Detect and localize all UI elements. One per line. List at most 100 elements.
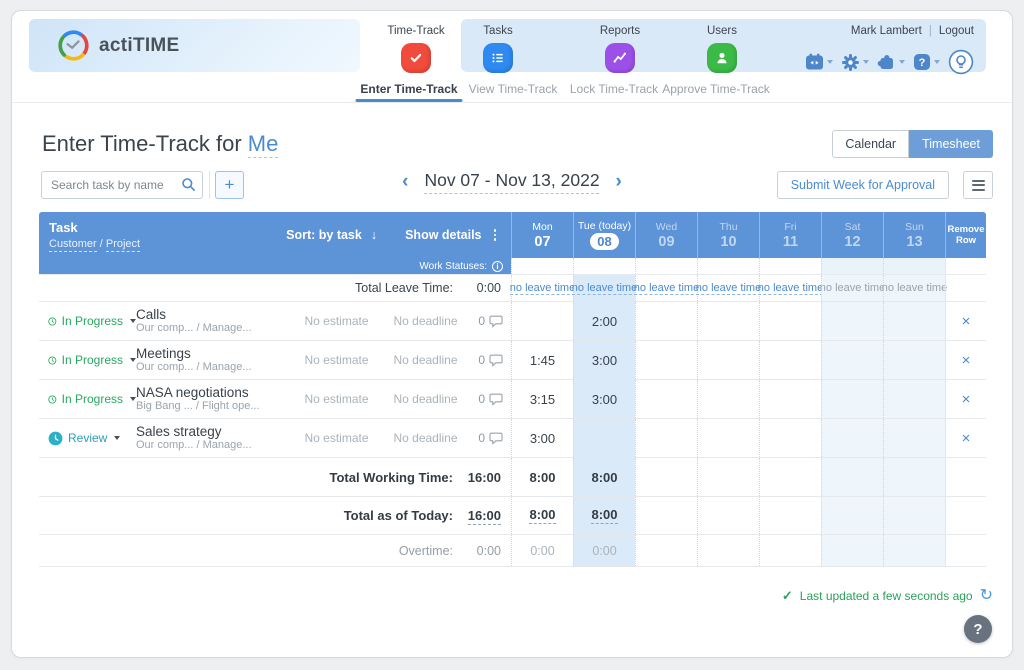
time-cell[interactable]: [697, 419, 759, 457]
comments-button[interactable]: 0: [472, 419, 511, 457]
next-week-arrow[interactable]: ›: [612, 169, 626, 195]
integrations-menu-button[interactable]: [875, 51, 907, 73]
week-range-label[interactable]: Nov 07 - Nov 13, 2022: [424, 170, 599, 194]
subnav-view-time-track[interactable]: View Time-Track: [469, 77, 558, 101]
time-cell[interactable]: [883, 380, 945, 418]
user-separator: |: [929, 25, 932, 37]
subnav-lock-time-track[interactable]: Lock Time-Track: [570, 77, 658, 101]
time-cell[interactable]: 3:15: [511, 380, 573, 418]
tab-users[interactable]: Users: [689, 25, 755, 73]
search-icon[interactable]: [181, 177, 196, 197]
remove-row-button[interactable]: ×: [962, 314, 971, 329]
last-updated-text: Last updated a few seconds ago: [800, 589, 973, 603]
status-dropdown[interactable]: Review: [39, 419, 136, 457]
total-as-of-today-value[interactable]: 16:00: [468, 508, 501, 525]
total-working-time-label: Total Working Time:: [329, 470, 453, 485]
time-cell[interactable]: [697, 341, 759, 379]
time-cell[interactable]: 2:00: [573, 302, 635, 340]
project-sort-link[interactable]: Project: [106, 238, 140, 252]
time-cell[interactable]: 3:00: [573, 341, 635, 379]
logout-link[interactable]: Logout: [939, 25, 974, 37]
calendar-view-button[interactable]: Calendar: [832, 130, 909, 158]
show-details-control[interactable]: Show details: [405, 228, 481, 242]
sort-by-task-control[interactable]: Sort: by task: [286, 228, 362, 242]
time-cell[interactable]: [821, 302, 883, 340]
leave-time-link[interactable]: no leave time: [634, 282, 699, 295]
logo-text: actiTIME: [99, 35, 180, 57]
time-cell[interactable]: [821, 380, 883, 418]
time-cell[interactable]: [883, 341, 945, 379]
time-cell[interactable]: [635, 302, 697, 340]
time-cell[interactable]: 1:45: [511, 341, 573, 379]
last-updated-status: ✓ Last updated a few seconds ago ↻: [782, 588, 993, 604]
time-cell[interactable]: [883, 302, 945, 340]
leave-time-link[interactable]: no leave time: [572, 282, 637, 295]
calendar-icon: [805, 53, 824, 71]
add-task-button[interactable]: +: [215, 171, 244, 199]
time-cell[interactable]: [697, 380, 759, 418]
task-list-icon: [483, 43, 513, 73]
time-cell[interactable]: [759, 380, 821, 418]
time-cell[interactable]: 3:00: [573, 380, 635, 418]
comments-button[interactable]: 0: [472, 302, 511, 340]
overtime-label: Overtime:: [399, 544, 453, 558]
tab-tasks[interactable]: Tasks: [465, 25, 531, 73]
time-cell[interactable]: [759, 302, 821, 340]
task-name[interactable]: Meetings: [136, 346, 294, 362]
time-cell[interactable]: [697, 302, 759, 340]
subnav-enter-time-track[interactable]: Enter Time-Track: [360, 77, 457, 101]
subnav-approve-time-track[interactable]: Approve Time-Track: [662, 77, 770, 101]
week-navigator: ‹ Nov 07 - Nov 13, 2022 ›: [398, 169, 626, 195]
task-name[interactable]: Calls: [136, 307, 294, 323]
sort-direction-arrow[interactable]: ↓: [371, 228, 377, 242]
status-dropdown[interactable]: In Progress: [39, 380, 136, 418]
time-cell[interactable]: [635, 380, 697, 418]
leave-time-link[interactable]: no leave time: [696, 282, 761, 295]
submit-week-button[interactable]: Submit Week for Approval: [777, 171, 949, 199]
settings-menu-button[interactable]: [839, 51, 871, 74]
task-row: In Progress Calls Our comp... / Manage..…: [39, 301, 986, 340]
timesheet-view-button[interactable]: Timesheet: [909, 130, 993, 158]
user-selector[interactable]: Me: [248, 131, 279, 158]
time-cell[interactable]: [883, 419, 945, 457]
time-cell[interactable]: [511, 302, 573, 340]
remove-row-button[interactable]: ×: [962, 431, 971, 446]
clock-status-icon: [48, 431, 63, 446]
info-icon[interactable]: i: [492, 261, 503, 272]
task-name[interactable]: NASA negotiations: [136, 385, 294, 401]
time-cell[interactable]: [635, 419, 697, 457]
table-menu-button[interactable]: [963, 171, 993, 199]
customer-sort-link[interactable]: Customer: [49, 238, 97, 252]
status-dropdown[interactable]: In Progress: [39, 302, 136, 340]
more-options-icon[interactable]: [491, 227, 500, 243]
comments-button[interactable]: 0: [472, 341, 511, 379]
time-cell[interactable]: [759, 419, 821, 457]
page-title: Enter Time-Track for Me: [42, 131, 278, 157]
status-dropdown[interactable]: In Progress: [39, 341, 136, 379]
task-column-header: Task: [49, 220, 140, 235]
leave-time-link[interactable]: no leave time: [758, 282, 823, 295]
leave-time-link[interactable]: no leave time: [510, 282, 575, 295]
time-cell[interactable]: [635, 341, 697, 379]
previous-week-arrow[interactable]: ‹: [398, 169, 412, 195]
estimate-cell: No estimate: [294, 341, 379, 379]
help-fab-button[interactable]: ?: [964, 615, 992, 643]
time-cell[interactable]: 3:00: [511, 419, 573, 457]
tab-time-track[interactable]: Time-Track: [364, 25, 468, 73]
tips-button[interactable]: [946, 47, 976, 77]
refresh-icon[interactable]: ↻: [980, 588, 993, 604]
calendar-menu-button[interactable]: [803, 51, 835, 73]
time-cell[interactable]: [821, 341, 883, 379]
tab-reports[interactable]: Reports: [587, 25, 653, 73]
logo[interactable]: actiTIME: [29, 19, 360, 72]
task-name[interactable]: Sales strategy: [136, 424, 294, 440]
time-cell[interactable]: [821, 419, 883, 457]
time-cell[interactable]: [759, 341, 821, 379]
secondary-nav-strip: Tasks Reports Users Mark Lambert | Logou…: [461, 19, 986, 72]
remove-row-button[interactable]: ×: [962, 353, 971, 368]
time-cell[interactable]: [573, 419, 635, 457]
search-input[interactable]: [41, 171, 203, 199]
help-menu-button[interactable]: ?: [911, 51, 942, 73]
comments-button[interactable]: 0: [472, 380, 511, 418]
remove-row-button[interactable]: ×: [962, 392, 971, 407]
